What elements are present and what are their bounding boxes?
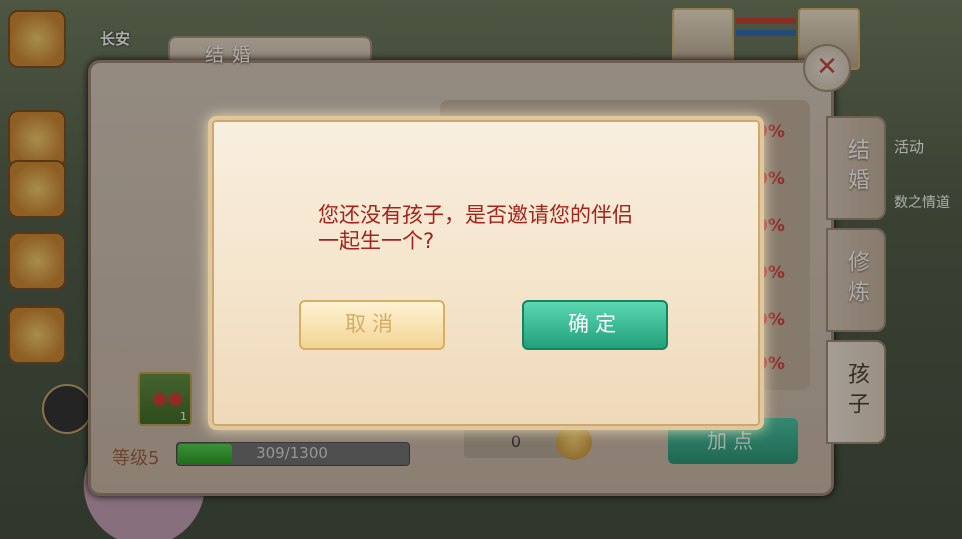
confirm-button[interactable]: 确定 bbox=[522, 300, 668, 350]
dialog-message-line: 一起生一个? bbox=[318, 229, 435, 253]
confirm-dialog bbox=[208, 116, 764, 430]
dialog-message-line: 您还没有孩子，是否邀请您的伴侣 bbox=[318, 203, 633, 227]
cancel-button[interactable]: 取消 bbox=[299, 300, 445, 350]
dialog-message: 您还没有孩子，是否邀请您的伴侣 一起生一个? bbox=[318, 202, 688, 254]
